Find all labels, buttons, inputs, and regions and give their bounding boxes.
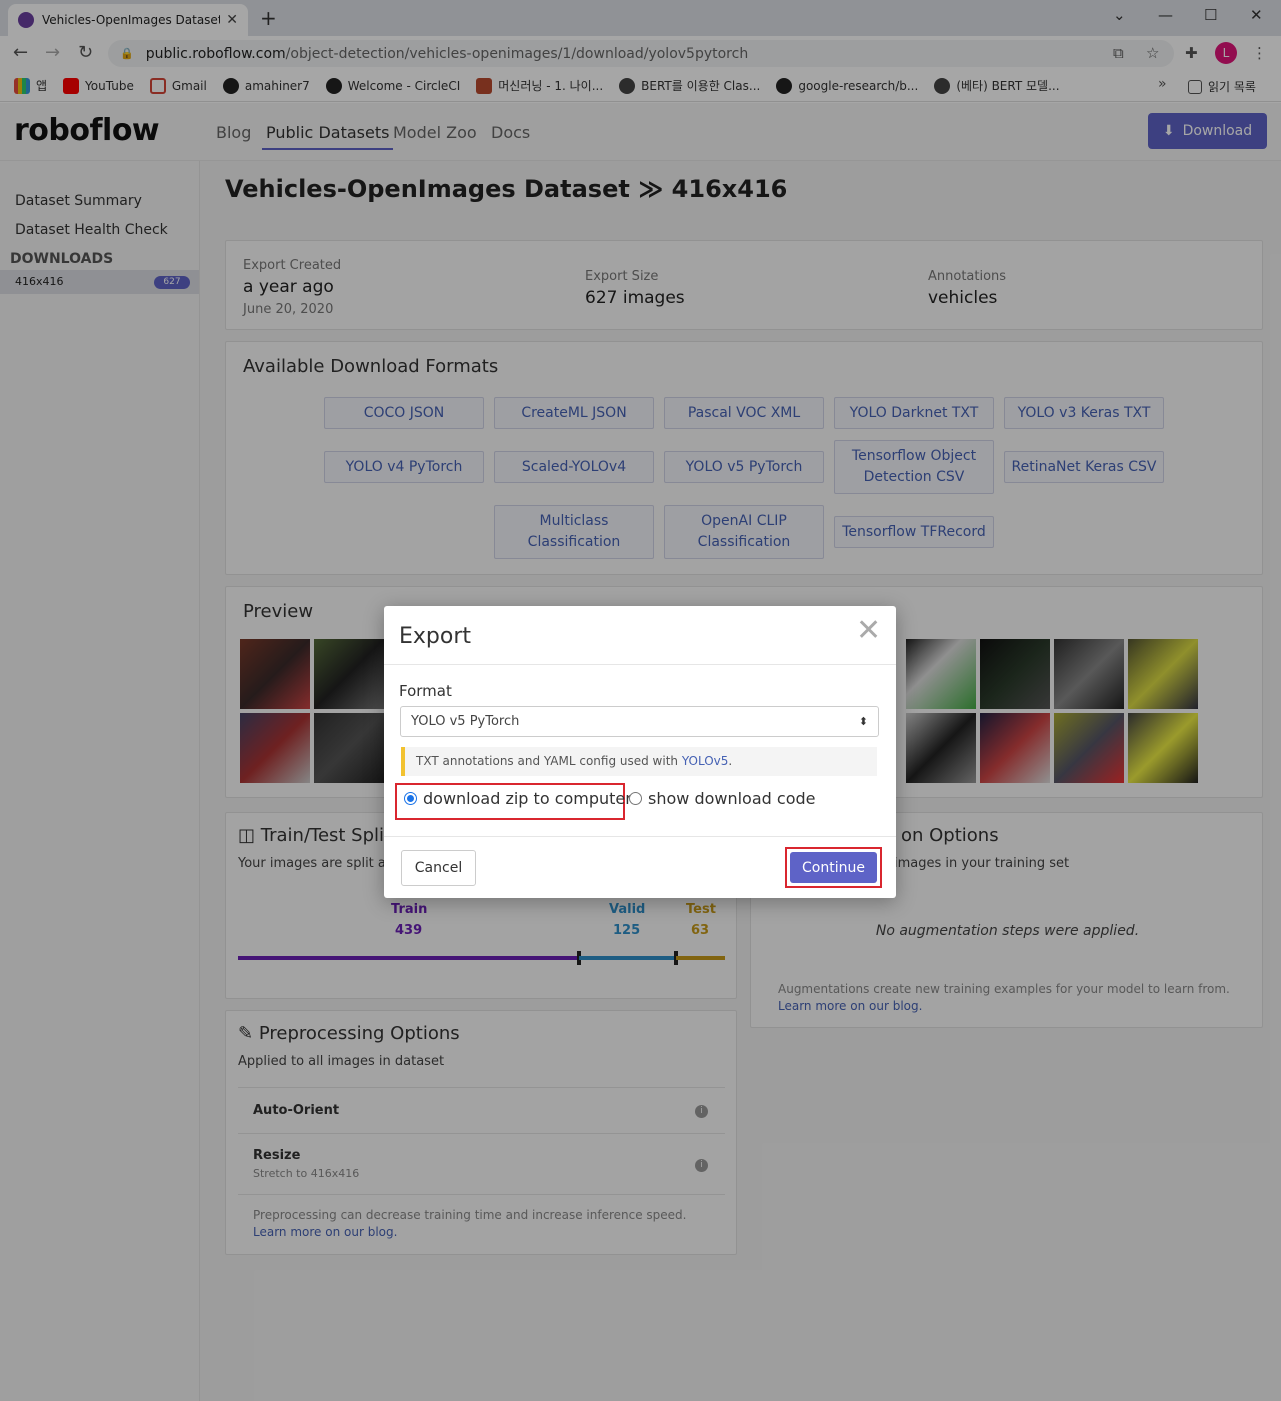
radio-selected-icon[interactable] [404,792,417,805]
cancel-button[interactable]: Cancel [401,850,476,886]
yolov5-link[interactable]: YOLOv5 [682,754,729,768]
select-arrows-icon: ⬍ [858,715,868,728]
radio-show-code[interactable]: show download code [629,789,815,808]
format-note: TXT annotations and YAML config used wit… [401,747,877,776]
radio-download-zip[interactable]: download zip to computer [404,789,632,808]
format-label: Format [399,682,452,700]
format-select[interactable]: YOLO v5 PyTorch ⬍ [400,706,879,737]
modal-title: Export [399,624,472,649]
radio-unselected-icon[interactable] [629,792,642,805]
export-modal: Export ✕ Format YOLO v5 PyTorch ⬍ TXT an… [384,606,896,898]
continue-highlight-box: Continue [785,847,882,888]
close-icon[interactable]: ✕ [856,616,881,646]
continue-button[interactable]: Continue [790,852,877,883]
